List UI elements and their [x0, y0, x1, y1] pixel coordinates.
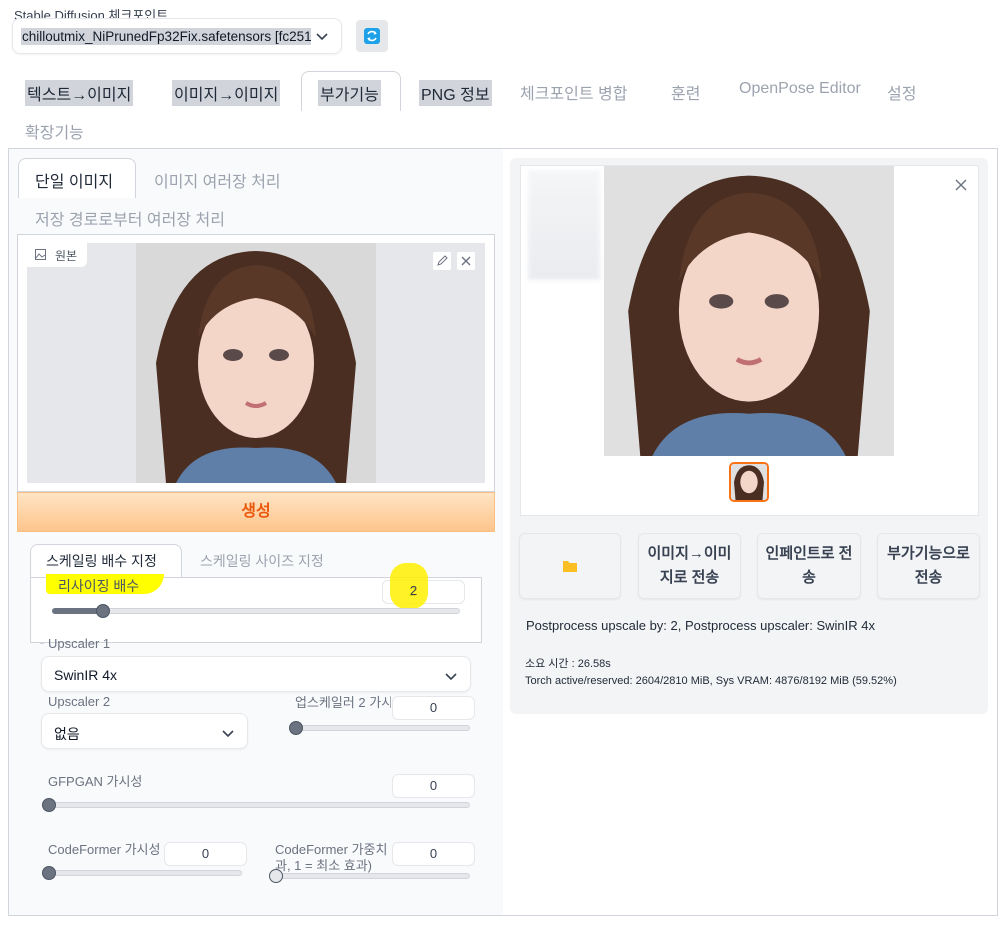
- generate-button[interactable]: 생성: [17, 492, 495, 532]
- upscaler2-visibility-slider[interactable]: [290, 725, 470, 731]
- upscaler1-select[interactable]: SwinIR 4x: [41, 656, 471, 692]
- image-icon: [35, 249, 46, 260]
- gfpgan-label: GFPGAN 가시성: [48, 774, 143, 789]
- source-portrait-image: [136, 243, 376, 483]
- send-to-extras-button[interactable]: 부가기능으로 전송: [877, 533, 980, 599]
- chevron-down-icon: [316, 33, 328, 41]
- original-badge: 원본: [27, 243, 87, 267]
- clear-image-button[interactable]: [456, 251, 476, 271]
- yellow-highlight-circle: [390, 563, 428, 609]
- open-folder-button[interactable]: [519, 533, 621, 599]
- tab-train[interactable]: 훈련: [671, 80, 700, 104]
- tab-single-image[interactable]: 단일 이미지: [35, 168, 113, 192]
- upscaler1-value: SwinIR 4x: [54, 667, 118, 683]
- checkpoint-value: chilloutmix_NiPrunedFp32Fix.safetensors …: [21, 28, 311, 45]
- chevron-down-icon: [445, 673, 457, 681]
- close-gallery-button[interactable]: [950, 174, 972, 196]
- upscaler2-value: 없음: [54, 726, 80, 742]
- send-to-img2img-label: 이미지→이미지로 전송: [647, 545, 732, 586]
- upscaler2-label: Upscaler 2: [48, 694, 111, 709]
- edit-image-button[interactable]: [432, 251, 452, 271]
- refresh-icon: [364, 28, 380, 44]
- tab-scale-to[interactable]: 스케일링 사이즈 지정: [200, 551, 324, 571]
- refresh-button[interactable]: [356, 20, 388, 52]
- send-to-img2img-button[interactable]: 이미지→이미지로 전송: [638, 533, 741, 599]
- upscaler1-label: Upscaler 1: [48, 636, 111, 651]
- folder-icon: [563, 561, 577, 572]
- codeformer-weight-thumb[interactable]: [269, 869, 283, 883]
- tab-extras[interactable]: 부가기능: [318, 80, 381, 106]
- upscaler2-visibility-label: 업스케일러 2 가시성: [295, 695, 391, 710]
- gfpgan-thumb[interactable]: [42, 798, 56, 812]
- output-portrait-image[interactable]: [604, 166, 894, 456]
- close-icon: [955, 179, 967, 191]
- codeformer-weight-label-line2: 과, 1 = 최소 효과): [275, 858, 373, 873]
- send-to-inpaint-label: 인페인트로 전송: [765, 545, 853, 586]
- codeformer-visibility-input[interactable]: 0: [164, 842, 247, 866]
- upscaler2-visibility-input[interactable]: 0: [392, 696, 475, 720]
- codeformer-visibility-slider[interactable]: [42, 870, 242, 876]
- gfpgan-slider[interactable]: [42, 802, 470, 808]
- resize-slider-thumb[interactable]: [96, 604, 110, 618]
- pencil-icon: [437, 255, 448, 266]
- tab-checkpoint-merge[interactable]: 체크포인트 병합: [520, 80, 628, 104]
- codeformer-visibility-thumb[interactable]: [42, 866, 56, 880]
- tab-png-info[interactable]: PNG 정보: [419, 80, 492, 106]
- resize-value-text: 2: [410, 583, 418, 598]
- codeformer-weight-slider[interactable]: [270, 873, 470, 879]
- codeformer-weight-input[interactable]: 0: [392, 842, 475, 866]
- resize-slider[interactable]: [52, 608, 460, 614]
- tab-batch-process[interactable]: 이미지 여러장 처리: [154, 168, 281, 192]
- upscaler2-visibility-thumb[interactable]: [289, 721, 303, 735]
- tab-scale-by[interactable]: 스케일링 배수 지정: [46, 551, 157, 571]
- checkpoint-select[interactable]: chilloutmix_NiPrunedFp32Fix.safetensors …: [12, 18, 342, 54]
- codeformer-visibility-label: CodeFormer 가시성: [48, 842, 161, 857]
- tab-extensions[interactable]: 확장기능: [25, 119, 84, 143]
- postprocess-info: Postprocess upscale by: 2, Postprocess u…: [526, 618, 875, 633]
- gallery-thumbnail[interactable]: [729, 462, 769, 502]
- send-to-extras-label: 부가기능으로 전송: [887, 545, 970, 586]
- upscaler1-divider: [40, 643, 44, 644]
- tab-txt2img[interactable]: 텍스트→이미지: [25, 80, 134, 106]
- elapsed-time: 소요 시간 : 26.58s: [525, 658, 611, 670]
- vram-info: Torch active/reserved: 2604/2810 MiB, Sy…: [525, 675, 897, 687]
- tab-openpose-editor[interactable]: OpenPose Editor: [739, 80, 861, 98]
- original-badge-label: 원본: [55, 249, 78, 263]
- resize-label: 리사이징 배수: [58, 578, 140, 594]
- blurred-preview: [528, 170, 600, 280]
- tab-batch-from-directory[interactable]: 저장 경로로부터 여러장 처리: [35, 206, 225, 230]
- upscaler2-select[interactable]: 없음: [41, 713, 248, 749]
- send-to-inpaint-button[interactable]: 인페인트로 전송: [757, 533, 861, 599]
- tab-img2img[interactable]: 이미지→이미지: [172, 80, 281, 106]
- gfpgan-input[interactable]: 0: [392, 774, 475, 798]
- chevron-down-icon: [222, 730, 234, 738]
- close-icon: [461, 256, 471, 266]
- thumbnail-image: [731, 464, 767, 500]
- tab-settings[interactable]: 설정: [887, 80, 916, 104]
